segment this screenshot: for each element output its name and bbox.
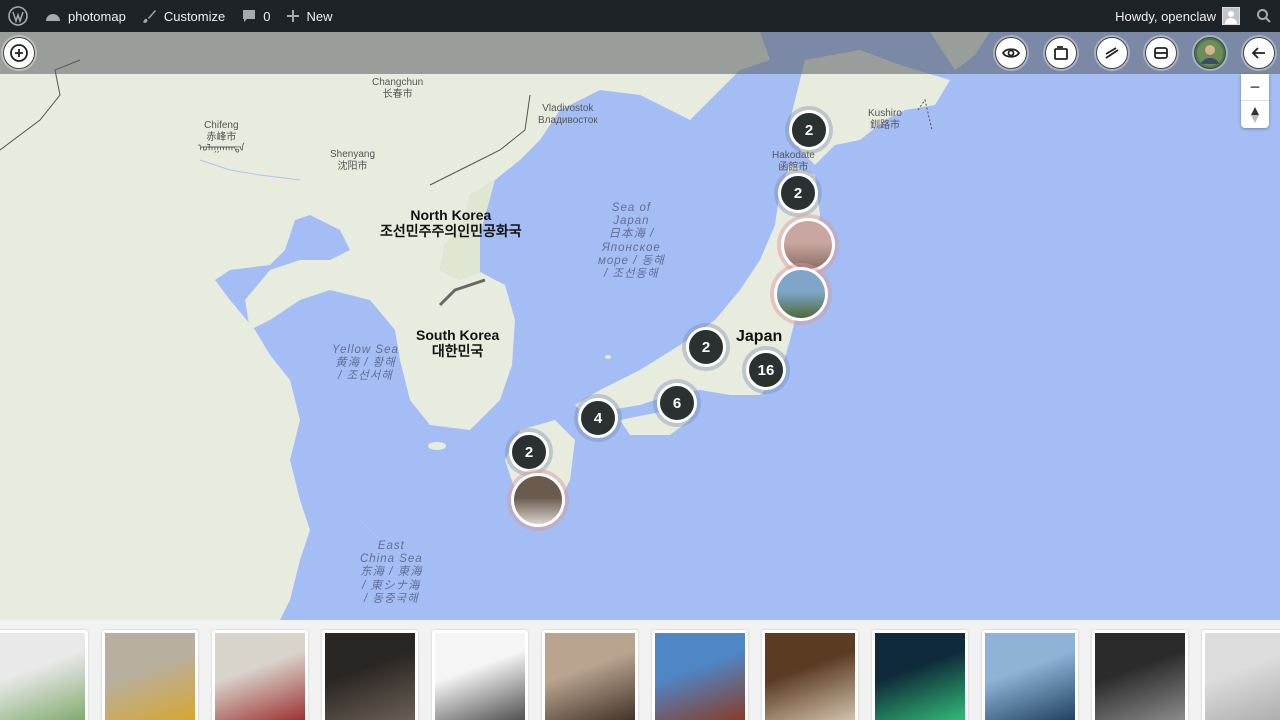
photo-cluster-marker[interactable]: 2: [785, 106, 833, 154]
photo-thumbnail[interactable]: [1202, 630, 1280, 720]
photo-marker[interactable]: [507, 469, 569, 531]
photo-marker-image: [774, 267, 828, 321]
compass-reset-button[interactable]: [1241, 101, 1269, 128]
photo-thumbnail[interactable]: [762, 630, 858, 720]
photo-marker[interactable]: [770, 263, 832, 325]
comments-count: 0: [263, 8, 271, 24]
layout-button[interactable]: [1145, 37, 1177, 69]
compass-icon: [1251, 106, 1259, 123]
albums-button[interactable]: [1045, 37, 1077, 69]
new-content-link[interactable]: New: [278, 0, 340, 32]
site-name-label: photomap: [68, 8, 126, 24]
visibility-button[interactable]: [995, 37, 1027, 69]
eye-icon: [1002, 48, 1020, 58]
photo-thumbnail[interactable]: [652, 630, 748, 720]
sea-label-sea-of-japan: Sea of Japan 日本海 / Японское море / 동해 / …: [598, 202, 665, 281]
avatar-icon: [1197, 40, 1223, 66]
route-icon: [1105, 47, 1119, 59]
city-label-shenyang: Shenyang 沈阳市: [330, 149, 376, 172]
cluster-count: 2: [778, 173, 818, 213]
photo-cluster-marker[interactable]: 16: [742, 346, 790, 394]
photo-strip: [0, 620, 1280, 720]
cluster-count: 2: [789, 110, 829, 150]
sea-label-yellow-sea: Yellow Sea 黄海 / 황해 / 조선서해: [332, 344, 399, 383]
map-basemap: [0, 32, 1280, 620]
back-button[interactable]: [1243, 37, 1275, 69]
zoom-controls: −: [1241, 74, 1269, 128]
cluster-count: 2: [686, 327, 726, 367]
city-label-chifeng: Chifeng 赤峰市 ᠤᠯᠠᠭᠠᠨᠬᠠᠳᠠ: [198, 120, 245, 154]
plus-icon: [287, 10, 300, 22]
city-label-vladivostok: Vladivostok Владивосток: [538, 103, 598, 126]
site-name-link[interactable]: photomap: [36, 0, 134, 32]
howdy-label: Howdy, openclaw: [1115, 8, 1216, 24]
photo-marker-image: [511, 473, 565, 527]
cluster-count: 2: [509, 432, 549, 472]
comments-link[interactable]: 0: [233, 0, 278, 32]
dashboard-icon: [46, 14, 60, 21]
city-label-kushiro: Kushiro 釧路市: [868, 108, 902, 131]
photo-thumbnail[interactable]: [432, 630, 528, 720]
city-label-changchun: Changchun 长春市: [372, 77, 424, 100]
profile-avatar-button[interactable]: [1194, 37, 1226, 69]
country-label-north-korea: North Korea 조선민주주의인민공화국: [380, 207, 522, 240]
layout-icon: [1154, 47, 1168, 59]
map-toolbar: [0, 32, 1280, 74]
new-label: New: [306, 8, 333, 24]
comment-icon: [243, 10, 256, 22]
arrow-left-icon: [1251, 47, 1265, 59]
wordpress-logo-icon[interactable]: [0, 0, 36, 32]
brush-icon: [142, 10, 156, 23]
photo-thumbnail[interactable]: [0, 630, 88, 720]
map-view[interactable]: Changchun 长春市 Chifeng 赤峰市 ᠤᠯᠠᠭᠠᠨᠬᠠᠳᠠ She…: [0, 32, 1280, 620]
customize-label: Customize: [163, 8, 226, 24]
cluster-count: 16: [746, 350, 786, 390]
photo-thumbnail[interactable]: [1092, 630, 1188, 720]
photo-cluster-marker[interactable]: 2: [682, 323, 730, 371]
folder-icon: [1054, 46, 1068, 60]
cluster-count: 4: [578, 398, 618, 438]
photo-cluster-marker[interactable]: 2: [774, 169, 822, 217]
photo-thumbnail[interactable]: [982, 630, 1078, 720]
photo-cluster-marker[interactable]: 4: [574, 394, 622, 442]
photo-thumbnail[interactable]: [542, 630, 638, 720]
routes-button[interactable]: [1096, 37, 1128, 69]
customize-link[interactable]: Customize: [134, 0, 233, 32]
photo-thumbnail[interactable]: [322, 630, 418, 720]
photo-cluster-marker[interactable]: 6: [653, 379, 701, 427]
search-icon[interactable]: [1248, 0, 1280, 32]
country-label-japan: Japan: [736, 328, 783, 345]
photo-thumbnail[interactable]: [872, 630, 968, 720]
photo-thumbnail[interactable]: [102, 630, 198, 720]
my-account-link[interactable]: Howdy, openclaw: [1107, 0, 1248, 32]
add-photo-button[interactable]: [3, 37, 35, 69]
admin-bar: photomap Customize 0 New Howdy, openclaw: [0, 0, 1280, 32]
plus-circle-icon: [10, 44, 28, 62]
zoom-out-button[interactable]: −: [1241, 74, 1269, 101]
photo-cluster-marker[interactable]: 2: [505, 428, 553, 476]
avatar: [1222, 7, 1240, 25]
photo-thumbnail[interactable]: [212, 630, 308, 720]
country-label-south-korea: South Korea 대한민국: [416, 327, 500, 360]
cluster-count: 6: [657, 383, 697, 423]
sea-label-east-china-sea: East China Sea 东海 / 東海 / 東シナ海 / 동중국해: [360, 540, 423, 605]
